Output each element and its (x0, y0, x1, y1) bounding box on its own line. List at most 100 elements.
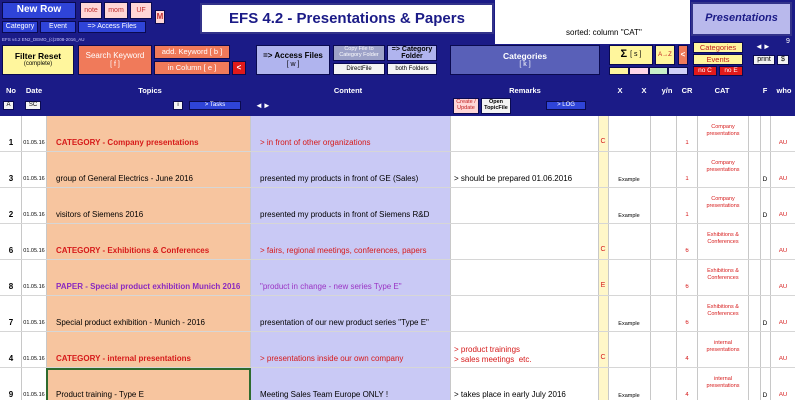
lt-filter-button[interactable]: < (232, 61, 246, 75)
table-row[interactable]: 8 01.05.16 PAPER - Special product exhibit… (0, 260, 795, 296)
no-c-button[interactable]: no C (693, 66, 717, 76)
row-who: AU (778, 212, 788, 218)
uf-button[interactable]: UF (130, 2, 152, 19)
m-button[interactable]: M (155, 10, 165, 24)
presentations-button[interactable]: Presentations (691, 2, 792, 36)
sorted-status: sorted: column "CAT" (566, 28, 686, 38)
file-path: EFS v4.2 EN2_DEMO_(c)2008-2016_AU (2, 37, 85, 42)
row-content: > fairs, regional meetings, conferences,… (260, 246, 427, 255)
col-f-header: F (762, 86, 768, 95)
tasks-button[interactable]: > Tasks (189, 101, 241, 110)
table-row[interactable]: 3 01.05.16 group of General Electrics - Ju… (0, 152, 795, 188)
col-x1-header: X (617, 86, 623, 95)
row-topic: Special product exhibition - Munich - 20… (56, 318, 205, 327)
col-remarks-header: Remarks (509, 86, 541, 95)
row-topic: PAPER - Special product exhibition Munic… (56, 282, 241, 291)
selected-cell[interactable] (46, 368, 251, 400)
row-who: AU (778, 320, 788, 326)
copy-file-button[interactable]: Copy File to Category Folder (333, 45, 385, 61)
col-cat-header: CAT (714, 86, 730, 95)
swatch-yellow[interactable] (609, 67, 629, 75)
row-number: 1 (8, 138, 14, 147)
filter-reset-sub: (complete) (23, 61, 53, 68)
nav-arrows-icon[interactable]: ◄► (755, 42, 771, 51)
table-row[interactable]: 2 01.05.16 visitors of Siemens 2016 present… (0, 188, 795, 224)
sigma-key: [ s ] (630, 51, 642, 59)
color-swatches (609, 67, 688, 75)
access-files-button[interactable]: => Access Files [ w ] (256, 45, 330, 75)
row-content: presentation of our new product series "… (260, 318, 429, 327)
page-title: EFS 4.2 - Presentations & Papers (200, 3, 494, 34)
col-cr-header: CR (681, 86, 693, 95)
access-files-label: => Access Files (263, 51, 323, 61)
row-x2: Example (618, 177, 640, 183)
table-row[interactable]: 6 01.05.16 CATEGORY - Exhibitions & Confer… (0, 224, 795, 260)
mom-button[interactable]: mom (104, 2, 128, 19)
row-cr: 6 (685, 284, 689, 290)
row-cat: Exhibitions & Conferences (707, 304, 739, 317)
row-x2: Example (618, 213, 640, 219)
no-e-button[interactable]: no E (719, 66, 743, 76)
row-content: > in front of other organizations (260, 138, 371, 147)
row-number: 4 (8, 354, 14, 363)
row-cr: 1 (685, 140, 689, 146)
table-row[interactable]: 7 01.05.16 Special product exhibition - Mu… (0, 296, 795, 332)
row-topic: CATEGORY - Company presentations (56, 138, 199, 147)
swatch-pink[interactable] (628, 67, 649, 75)
row-x1: C (600, 354, 606, 361)
row-who: AU (778, 140, 788, 146)
table-row[interactable]: 1 01.05.16 CATEGORY - Company presentation… (0, 116, 795, 152)
print-button[interactable]: print (753, 55, 775, 65)
col-who-header: who (776, 86, 792, 95)
table-row[interactable]: 4 01.05.16 CATEGORY - internal presentatio… (0, 332, 795, 368)
access-files-small-button[interactable]: => Access Files (78, 21, 146, 33)
category-folder-button[interactable]: => Category Folder (387, 45, 437, 61)
lt-sort-button[interactable]: < (678, 45, 688, 65)
row-content: presented my products in front of Siemen… (260, 210, 430, 219)
create-update-button[interactable]: Create / Update (453, 98, 479, 114)
direct-file-button[interactable]: DirectFile (333, 63, 385, 75)
info-button[interactable]: i (173, 101, 183, 110)
col-content-header: Content (333, 86, 363, 95)
row-topic: visitors of Siemens 2016 (56, 210, 144, 219)
row-content: presented my products in front of GE (Sa… (260, 174, 419, 183)
row-who: AU (778, 248, 788, 254)
row-date: 01.05.16 (23, 248, 45, 254)
log-button[interactable]: > LOG (546, 101, 586, 110)
sort-a-button[interactable]: A (3, 101, 14, 110)
row-cat: Company presentations (706, 160, 740, 173)
add-keyword-button[interactable]: add. Keyword [ b ] (154, 45, 230, 59)
row-date: 01.05.16 (23, 392, 45, 398)
sort-az-button[interactable]: A→Z (655, 45, 675, 65)
row-remarks: > should be prepared 01.06.2016 (454, 174, 573, 183)
filter-reset-button[interactable]: Filter Reset (complete) (2, 45, 74, 75)
event-button[interactable]: Event (40, 21, 76, 33)
row-who: AU (778, 284, 788, 290)
note-button[interactable]: note (80, 2, 102, 19)
data-grid: 1 01.05.16 CATEGORY - Company presentation… (0, 98, 795, 400)
both-folders-button[interactable]: both Folders (387, 63, 437, 75)
row-f: D (762, 320, 768, 327)
swatch-green[interactable] (648, 67, 669, 75)
sigma-button[interactable]: Σ [ s ] (609, 45, 653, 65)
in-column-button[interactable]: in Column [ e ] (154, 61, 230, 75)
filter-reset-label: Filter Reset (14, 51, 62, 62)
swatch-lavender[interactable] (668, 67, 688, 75)
category-button[interactable]: Category (2, 21, 38, 33)
col-date-header: Date (25, 86, 43, 95)
resize-arrows-icon[interactable]: ◄► (255, 101, 271, 110)
sort-sc-button[interactable]: SC (25, 101, 41, 110)
row-who: AU (778, 356, 788, 362)
new-row-button[interactable]: New Row (2, 2, 76, 19)
categories-button[interactable]: Categories [ k ] (450, 45, 600, 75)
header-strip (0, 98, 795, 116)
row-number: 6 (8, 246, 14, 255)
open-topicfile-button[interactable]: Open TopicFile (481, 98, 511, 114)
events-side-button[interactable]: Events (693, 54, 743, 65)
categories-side-button[interactable]: Categories (693, 42, 743, 53)
row-x1: E (600, 282, 606, 289)
search-keyword-button[interactable]: Search Keyword [ f ] (78, 45, 152, 75)
row-cr: 6 (685, 320, 689, 326)
count-button[interactable]: $ (777, 55, 789, 65)
row-date: 01.05.16 (23, 356, 45, 362)
